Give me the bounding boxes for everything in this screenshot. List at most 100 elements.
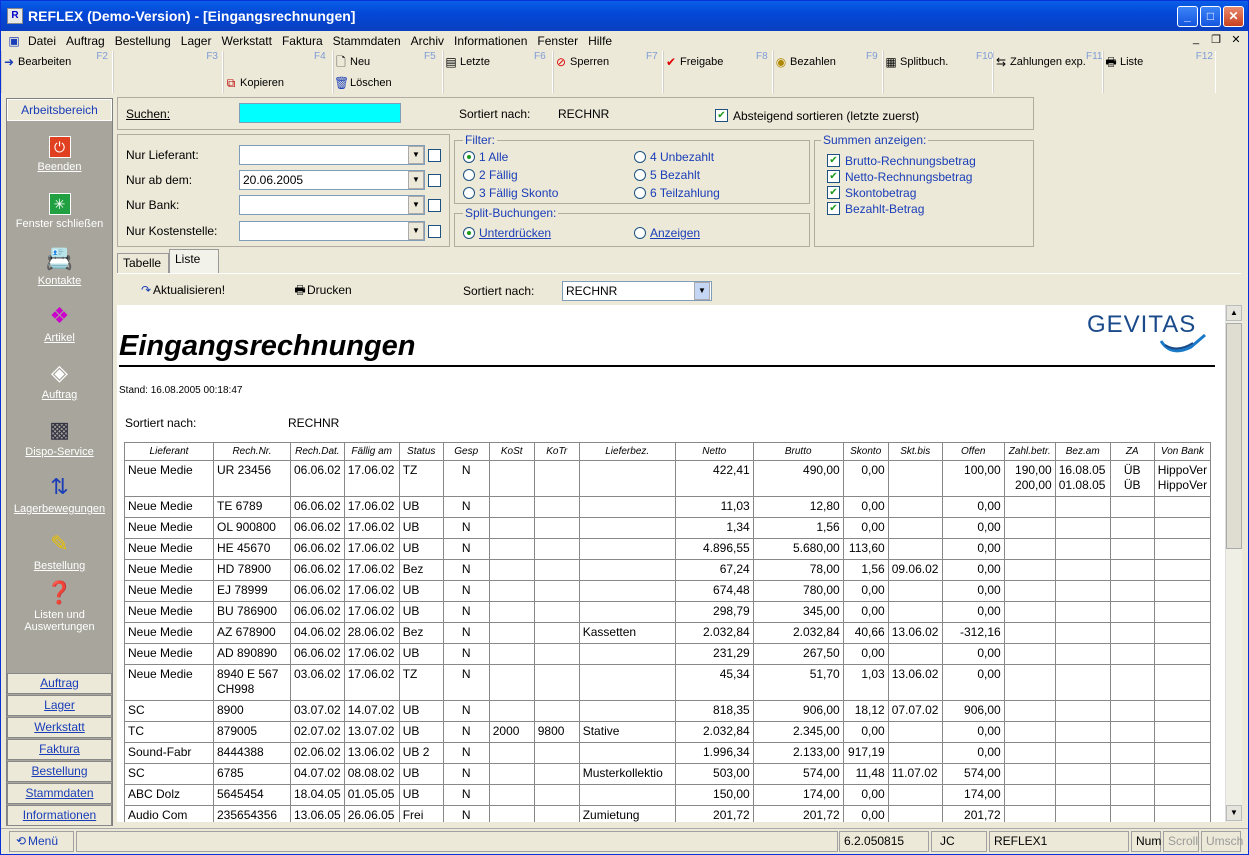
table-row[interactable]: SC 6785 04.07.02 08.08.02 UB N Musterkollektio… [124,763,1212,785]
split-radio-anzeigen[interactable] [634,227,646,239]
menu-lager[interactable]: Lager [176,34,217,48]
sidebar-item-dispo-service[interactable]: ▩ Dispo-Service [7,416,112,458]
nav-werkstatt[interactable]: Werkstatt [7,717,112,738]
table-row[interactable]: Neue Medie BU 786900 06.06.02 17.06.02 UB N 29… [124,601,1212,623]
column-header[interactable]: Lieferant [124,442,214,461]
column-header[interactable]: Fällig am [343,442,400,461]
nav-informationen[interactable]: Informationen [7,805,112,826]
nav-stammdaten[interactable]: Stammdaten [7,783,112,804]
lieferant-dropdown-icon[interactable]: ▼ [408,146,424,164]
menu-informationen[interactable]: Informationen [449,34,532,48]
nav-faktura[interactable]: Faktura [7,739,112,760]
sidebar-item-lagerbewegungen[interactable]: ⇅ Lagerbewegungen [7,473,112,515]
sidebar-item-kontakte[interactable]: 📇 Kontakte [7,245,112,287]
column-header[interactable]: Von Bank [1153,442,1212,461]
nav-auftrag[interactable]: Auftrag [7,673,112,694]
column-header[interactable]: Offen [941,442,1005,461]
column-header[interactable]: Rech.Nr. [213,442,291,461]
table-row[interactable]: Audio Com 235654356 13.06.05 26.06.05 Frei N Z… [124,805,1212,822]
filter-radio-faellig-skonto[interactable] [463,187,475,199]
sidebar-item-fenster-schliessen[interactable]: ✳ Fenster schließen [7,188,112,230]
kostenstelle-select[interactable] [239,221,425,241]
menu-bestellung[interactable]: Bestellung [110,34,176,48]
menu-faktura[interactable]: Faktura [277,34,328,48]
f3-button[interactable]: F3 [113,51,223,72]
menu-werkstatt[interactable]: Werkstatt [216,34,276,48]
bank-dropdown-icon[interactable]: ▼ [408,196,424,214]
column-header[interactable]: Skt.bis [887,442,943,461]
sidebar-item-beenden[interactable]: ⏻ Beenden [7,131,112,173]
summen-netto-checkbox[interactable]: ✔ [827,170,840,183]
maximize-button[interactable]: □ [1200,6,1221,27]
loeschen-button[interactable]: 🗑 Löschen [333,72,443,93]
kostenstelle-checkbox[interactable]: ✔ [428,225,441,238]
mdi-restore-button[interactable]: ❐ [1208,33,1224,46]
filter-radio-bezahlt[interactable] [634,169,646,181]
table-row[interactable]: TC 879005 02.07.02 13.07.02 UB N 2000 9800 Stati… [124,721,1212,743]
bank-checkbox[interactable]: ✔ [428,199,441,212]
ab-dem-input[interactable]: 20.06.2005 [239,170,425,190]
minimize-button[interactable]: _ [1177,6,1198,27]
mdi-close-button[interactable]: ✕ [1228,33,1244,46]
bearbeiten-button[interactable]: ➜ Bearbeiten F2 [1,51,113,72]
filter-radio-unbezahlt[interactable] [634,151,646,163]
print-button[interactable]: 🖶Drucken [293,283,351,297]
table-row[interactable]: Neue Medie HD 78900 06.06.02 17.06.02 Bez N 67… [124,559,1212,581]
ab-dem-dropdown-icon[interactable]: ▼ [408,171,424,189]
sidebar-header[interactable]: Arbeitsbereich [7,99,112,121]
mdi-minimize-button[interactable]: _ [1188,33,1204,46]
summen-brutto-checkbox[interactable]: ✔ [827,154,840,167]
summen-bezahlt-checkbox[interactable]: ✔ [827,202,840,215]
ab-dem-checkbox[interactable]: ✔ [428,174,441,187]
scroll-up-icon[interactable]: ▲ [1226,305,1242,321]
column-header[interactable]: Bez.am [1054,442,1111,461]
app-icon[interactable]: R [7,8,23,24]
refresh-button[interactable]: ↷ Aktualisieren! [139,283,225,297]
table-row[interactable]: Neue Medie AD 890890 06.06.02 17.06.02 UB N 23… [124,643,1212,665]
column-header[interactable]: Skonto [842,442,889,461]
tab-tabelle[interactable]: Tabelle [117,253,169,273]
table-row[interactable]: SC 8900 03.07.02 14.07.02 UB N 818,35 906,00 18,… [124,700,1212,722]
column-header[interactable]: Gesp [442,442,490,461]
menu-datei[interactable]: Datei [23,34,61,48]
list-sort-dropdown-icon[interactable]: ▼ [694,282,710,300]
column-header[interactable]: Netto [674,442,754,461]
table-row[interactable]: Neue Medie AZ 678900 04.06.02 28.06.02 Bez N K… [124,622,1212,644]
table-row[interactable]: Neue Medie HE 45670 06.06.02 17.06.02 UB N 4.8… [124,538,1212,560]
table-row[interactable]: Neue Medie 8940 E 567 CH998 03.06.02 17.06.… [124,664,1212,701]
scroll-down-icon[interactable]: ▼ [1226,805,1242,821]
table-row[interactable]: ABC Dolz 5645454 18.04.05 01.05.05 UB N 150,00… [124,784,1212,806]
list-sort-select[interactable]: RECHNR [562,281,712,301]
menu-archiv[interactable]: Archiv [406,34,449,48]
filter-radio-teilzahlung[interactable] [634,187,646,199]
nav-bestellung[interactable]: Bestellung [7,761,112,782]
search-input[interactable] [239,103,401,123]
mdi-app-icon[interactable]: ▣ [7,34,21,48]
menu-fenster[interactable]: Fenster [532,34,583,48]
column-header[interactable]: Status [398,442,444,461]
column-header[interactable]: Brutto [752,442,844,461]
column-header[interactable]: Rech.Dat. [290,442,345,461]
column-header[interactable]: KoSt [488,442,535,461]
nav-lager[interactable]: Lager [7,695,112,716]
scroll-thumb[interactable] [1226,323,1242,549]
table-row[interactable]: Neue Medie OL 900800 06.06.02 17.06.02 UB N 1,… [124,517,1212,539]
vertical-scrollbar[interactable]: ▲ ▼ [1225,305,1242,822]
sidebar-item-listen[interactable]: ❓ Listen und Auswertungen [7,579,112,633]
table-row[interactable]: Sound-Fabr 8444388 02.06.02 13.06.02 UB 2 N 1.… [124,742,1212,764]
column-header[interactable]: KoTr [533,442,580,461]
lieferant-select[interactable] [239,145,425,165]
kostenstelle-dropdown-icon[interactable]: ▼ [408,222,424,240]
column-header[interactable]: ZA [1109,442,1155,461]
sidebar-item-auftrag[interactable]: ◈ Auftrag [7,359,112,401]
tab-liste[interactable]: Liste [169,249,219,273]
sidebar-item-artikel[interactable]: ❖ Artikel [7,302,112,344]
filter-radio-faellig[interactable] [463,169,475,181]
table-row[interactable]: Neue Medie UR 23456 06.06.02 17.06.02 TZ N 422… [124,460,1212,497]
close-button[interactable]: ✕ [1223,6,1244,27]
filter-radio-alle[interactable] [463,151,475,163]
summen-skonto-checkbox[interactable]: ✔ [827,186,840,199]
menu-hilfe[interactable]: Hilfe [583,34,617,48]
menu-stammdaten[interactable]: Stammdaten [328,34,406,48]
menu-auftrag[interactable]: Auftrag [61,34,110,48]
